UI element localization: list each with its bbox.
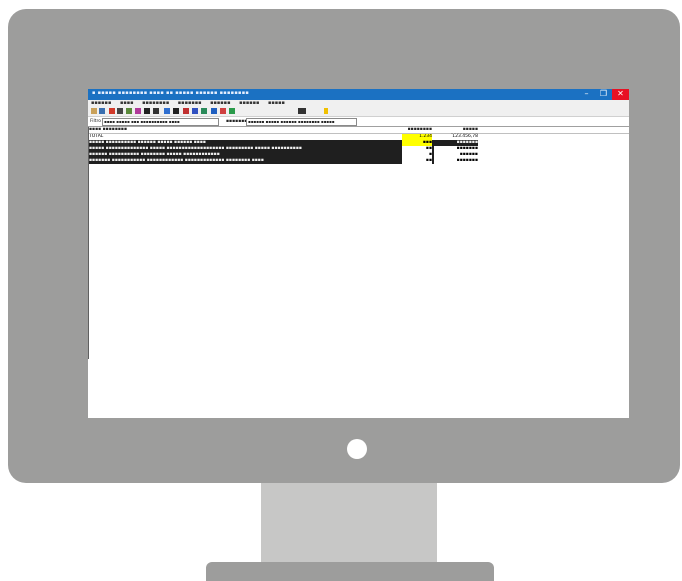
monitor-stand-neck — [261, 483, 437, 563]
option-field[interactable]: ▪▪▪▪▪▪ ▪▪▪▪▪ ▪▪▪▪▪▪ ▪▪▪▪▪▪▪▪ ▪▪▪▪▪ — [246, 118, 357, 126]
toolbar — [88, 107, 629, 117]
bar-chart-icon[interactable] — [173, 108, 179, 114]
menu-item-6[interactable]: ▪▪▪▪▪▪ — [239, 100, 259, 106]
info-icon[interactable] — [220, 108, 226, 114]
new-icon[interactable] — [91, 108, 97, 114]
sort-icon[interactable] — [117, 108, 123, 114]
menu-bar: ▪▪▪▪▪▪ ▪▪▪▪ ▪▪▪▪▪▪▪▪ ▪▪▪▪▪▪▪ ▪▪▪▪▪▪ ▪▪▪▪… — [88, 100, 629, 107]
export-icon[interactable] — [135, 108, 141, 114]
results-grid: ▪▪▪▪ ▪▪▪▪▪▪▪▪ ▪▪▪▪▪▪▪▪ ▪▪▪▪▪ ▪▪▪▪▪▪▪▪▪ T… — [88, 127, 629, 418]
table-row[interactable]: ▪▪▪▪▪▪▪ ▪▪▪▪▪▪▪▪▪▪▪ ▪▪▪▪▪▪▪▪▪▪▪▪ ▪▪▪▪▪▪▪… — [88, 158, 478, 164]
funnel-icon[interactable] — [183, 108, 189, 114]
calculator-icon[interactable] — [211, 108, 217, 114]
option-label: ▪▪▪▪▪▪▪ — [226, 119, 248, 124]
grid-icon[interactable] — [201, 108, 207, 114]
window-titlebar[interactable]: ▪ ▪▪▪▪▪ ▪▪▪▪▪▪▪▪ ▪▪▪▪ ▪▪ ▪▪▪▪▪ ▪▪▪▪▪▪ ▪▪… — [88, 89, 629, 100]
row-qty: ▪▪ — [402, 158, 432, 164]
filter-bar: Filtro ▪▪▪▪ ▪▪▪▪▪ ▪▪▪ ▪▪▪▪▪▪▪▪▪▪ ▪▪▪▪ ▪▪… — [88, 117, 629, 127]
print-icon[interactable] — [144, 108, 150, 114]
column-qty[interactable]: ▪▪▪▪▪▪▪▪ — [402, 127, 432, 133]
row-description: ▪▪▪▪▪▪▪ ▪▪▪▪▪▪▪▪▪▪▪ ▪▪▪▪▪▪▪▪▪▪▪▪ ▪▪▪▪▪▪▪… — [89, 158, 264, 163]
menu-item-5[interactable]: ▪▪▪▪▪▪ — [210, 100, 230, 106]
monitor-screen: ▪ ▪▪▪▪▪ ▪▪▪▪▪▪▪▪ ▪▪▪▪ ▪▪ ▪▪▪▪▪ ▪▪▪▪▪▪ ▪▪… — [88, 89, 629, 418]
menu-item-2[interactable]: ▪▪▪▪ — [120, 100, 134, 106]
menu-item-1[interactable]: ▪▪▪▪▪▪ — [91, 100, 111, 106]
filter-icon[interactable] — [109, 108, 115, 114]
menu-item-3[interactable]: ▪▪▪▪▪▪▪▪ — [142, 100, 169, 106]
refresh-icon[interactable] — [229, 108, 235, 114]
open-icon[interactable] — [99, 108, 105, 114]
window-title: ▪ ▪▪▪▪▪ ▪▪▪▪▪▪▪▪ ▪▪▪▪ ▪▪ ▪▪▪▪▪ ▪▪▪▪▪▪ ▪▪… — [92, 90, 250, 96]
monitor-frame: ▪ ▪▪▪▪▪ ▪▪▪▪▪▪▪▪ ▪▪▪▪ ▪▪ ▪▪▪▪▪ ▪▪▪▪▪▪ ▪▪… — [8, 9, 680, 483]
filter-field[interactable]: ▪▪▪▪ ▪▪▪▪▪ ▪▪▪ ▪▪▪▪▪▪▪▪▪▪ ▪▪▪▪ — [102, 118, 219, 126]
grid-left-border — [88, 127, 89, 359]
tools-icon[interactable] — [192, 108, 198, 114]
menu-item-7[interactable]: ▪▪▪▪▪ — [268, 100, 285, 106]
pin-icon[interactable] — [324, 108, 328, 114]
row-total: ▪▪▪▪▪▪▪ — [434, 158, 478, 164]
column-description[interactable]: ▪▪▪▪ ▪▪▪▪▪▪▪▪ — [89, 127, 127, 133]
sum-icon[interactable] — [153, 108, 159, 114]
monitor-stand-base — [206, 562, 494, 581]
maximize-button[interactable]: ❐ — [595, 89, 612, 100]
undo-icon[interactable] — [126, 108, 132, 114]
chart-icon[interactable] — [164, 108, 170, 114]
grid-header: ▪▪▪▪ ▪▪▪▪▪▪▪▪ ▪▪▪▪▪▪▪▪ ▪▪▪▪▪ ▪▪▪▪▪▪▪▪▪ — [88, 127, 629, 138]
minimize-button[interactable]: – — [578, 89, 595, 100]
close-button[interactable]: ✕ — [612, 89, 629, 100]
filter-label: Filtro — [90, 119, 102, 124]
window-icon[interactable] — [298, 108, 306, 114]
menu-item-4[interactable]: ▪▪▪▪▪▪▪ — [178, 100, 202, 106]
power-button-icon[interactable] — [347, 439, 367, 459]
